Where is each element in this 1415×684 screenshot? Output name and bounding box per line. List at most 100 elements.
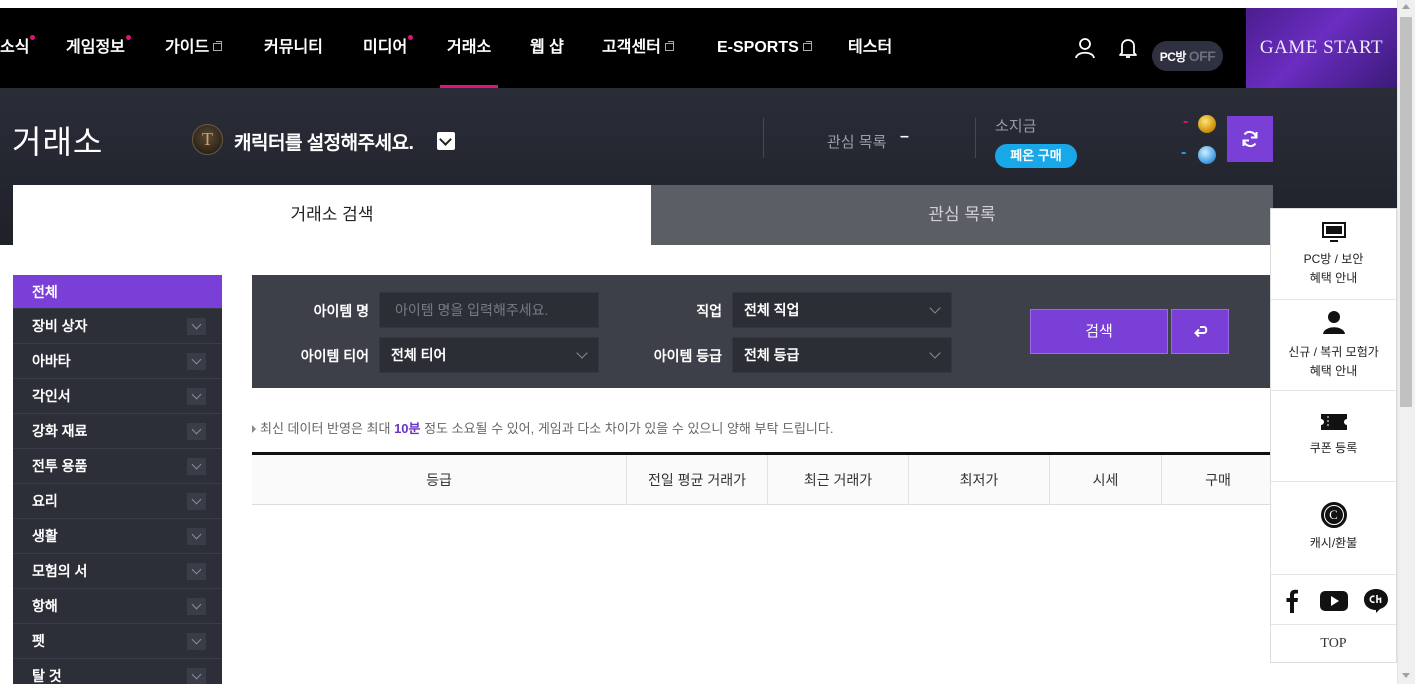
quick-pcbang-benefits[interactable]: PC방 / 보안 혜택 안내: [1271, 209, 1396, 300]
nav-support[interactable]: 고객센터: [602, 8, 674, 88]
class-emblem-icon: [192, 124, 223, 155]
sidebar-item-cooking[interactable]: 요리: [13, 484, 222, 519]
sidebar-item-mount[interactable]: 탈 것: [13, 659, 222, 684]
nav-game-info[interactable]: 게임정보: [66, 8, 131, 88]
scrollbar-thumb[interactable]: [1400, 17, 1412, 407]
nav-news[interactable]: 소식: [0, 8, 36, 88]
grade-label: 아이템 등급: [653, 348, 722, 364]
sidebar-item-upgrade-material[interactable]: 강화 재료: [13, 414, 222, 449]
wishlist-label: 관심 목록: [827, 134, 887, 151]
tier-select[interactable]: 전체 티어: [379, 337, 599, 373]
person-icon: [1322, 311, 1345, 334]
external-link-icon: [213, 41, 223, 51]
nav-media[interactable]: 미디어: [363, 8, 414, 88]
sidebar-item-engraving[interactable]: 각인서: [13, 379, 222, 414]
top-nav: 소식 게임정보 가이드 커뮤니티 미디어 거래소 웹 샵 고객센터 E-SPOR…: [0, 8, 1397, 88]
results-table-header: 등급 전일 평균 거래가 최근 거래가 최저가 시세 구매: [252, 452, 1397, 505]
external-link-icon: [802, 41, 812, 51]
monitor-icon: [1321, 222, 1346, 242]
chevron-down-icon[interactable]: [187, 353, 206, 370]
quick-cash-refund[interactable]: C 캐시/환불: [1271, 482, 1396, 575]
new-dot-icon: [125, 35, 131, 40]
quick-coupon-register[interactable]: 쿠폰 등록: [1271, 391, 1396, 482]
nav-webshop[interactable]: 웹 샵: [530, 8, 564, 88]
nav-exchange[interactable]: 거래소: [439, 8, 499, 88]
sidebar-item-battle-item[interactable]: 전투 용품: [13, 449, 222, 484]
tab-wishlist[interactable]: 관심 목록: [651, 185, 1273, 245]
category-sidebar: 전체 장비 상자 아바타 각인서 강화 재료 전투 용품 요리 생활 모험의 서…: [13, 275, 222, 684]
scroll-to-top-button[interactable]: TOP: [1271, 625, 1396, 663]
grade-select[interactable]: 전체 등급: [732, 337, 952, 373]
nav-esports[interactable]: E-SPORTS: [717, 8, 812, 88]
scroll-down-arrow-icon[interactable]: [1402, 673, 1410, 678]
nav-tester[interactable]: 테스터: [848, 8, 892, 88]
sidebar-item-avatar[interactable]: 아바타: [13, 344, 222, 379]
column-recent-price[interactable]: 최근 거래가: [767, 455, 908, 505]
quick-item-label: 혜택 안내: [1309, 364, 1358, 378]
chevron-down-icon[interactable]: [187, 458, 206, 475]
channel-icon[interactable]: [1363, 588, 1389, 614]
facebook-icon[interactable]: [1285, 589, 1299, 613]
column-lowest-price[interactable]: 최저가: [908, 455, 1049, 505]
chevron-down-icon[interactable]: [187, 528, 206, 545]
tab-exchange-search[interactable]: 거래소 검색: [13, 185, 651, 245]
blue-crystal-icon: [1198, 146, 1216, 164]
column-grade: 등급: [426, 472, 452, 488]
nav-community[interactable]: 커뮤니티: [264, 8, 323, 88]
quick-menu: PC방 / 보안 혜택 안내 신규 / 복귀 모험가 혜택 안내 쿠폰 등록 C…: [1270, 208, 1397, 663]
chevron-down-icon[interactable]: [187, 633, 206, 650]
chevron-down-icon[interactable]: [187, 598, 206, 615]
chevron-down-icon[interactable]: [187, 493, 206, 510]
cash-icon-letter: C: [1323, 505, 1344, 525]
column-prev-avg-price[interactable]: 전일 평균 거래가: [626, 455, 767, 505]
gold-coin-icon: [1198, 115, 1216, 133]
reset-arrow-icon: [1194, 326, 1208, 338]
chevron-down-icon[interactable]: [437, 132, 455, 150]
chevron-down-icon[interactable]: [187, 423, 206, 440]
new-dot-icon: [408, 35, 414, 40]
quick-new-returning-benefits[interactable]: 신규 / 복귀 모험가 혜택 안내: [1271, 300, 1396, 391]
chevron-down-icon[interactable]: [187, 563, 206, 580]
search-button[interactable]: 검색: [1030, 309, 1168, 354]
phoenix-purchase-button[interactable]: 페온 구매: [995, 144, 1077, 168]
sidebar-item-equipment-box[interactable]: 장비 상자: [13, 309, 222, 344]
sidebar-item-voyage[interactable]: 항해: [13, 589, 222, 624]
pcbang-status-badge[interactable]: PC방 OFF: [1152, 41, 1223, 71]
sidebar-item-all[interactable]: 전체: [13, 275, 222, 309]
quick-item-label: 신규 / 복귀 모험가: [1288, 345, 1379, 359]
chevron-down-icon[interactable]: [187, 318, 206, 335]
sidebar-item-pet[interactable]: 펫: [13, 624, 222, 659]
item-name-input[interactable]: 아이템 명을 입력해주세요.: [379, 292, 599, 328]
cash-icon: C: [1320, 502, 1347, 528]
quick-item-label: 쿠폰 등록: [1309, 441, 1358, 455]
top-strip: [0, 0, 1397, 8]
scroll-up-arrow-icon[interactable]: [1402, 4, 1410, 9]
bell-icon[interactable]: [1116, 36, 1140, 60]
data-delay-notice: 최신 데이터 반영은 최대 10분 정도 소요될 수 있어, 게임과 다소 차이…: [252, 418, 833, 437]
column-purchase: 구매: [1161, 455, 1274, 505]
gold-amount: -: [1183, 113, 1189, 130]
nav-guide[interactable]: 가이드: [165, 8, 223, 88]
sidebar-item-adventure-book[interactable]: 모험의 서: [13, 554, 222, 589]
game-start-button[interactable]: GAME START: [1246, 8, 1397, 88]
bullet-arrow-icon: [252, 425, 256, 433]
chevron-down-icon[interactable]: [187, 388, 206, 405]
user-icon[interactable]: [1073, 36, 1097, 60]
money-label: 소지금: [995, 118, 1037, 135]
ticket-icon: [1320, 414, 1347, 430]
reset-button[interactable]: [1171, 309, 1229, 354]
social-links: [1271, 575, 1396, 625]
chevron-down-icon[interactable]: [187, 668, 206, 684]
character-select[interactable]: 캐릭터를 설정해주세요.: [234, 128, 414, 155]
item-name-label: 아이템 명: [313, 303, 369, 319]
class-label: 직업: [696, 303, 722, 319]
divider: [763, 118, 764, 158]
page-title: 거래소: [12, 124, 104, 160]
column-market-price: 시세: [1049, 455, 1161, 505]
refresh-button[interactable]: [1227, 116, 1273, 162]
wishlist-count: –: [900, 128, 909, 145]
blue-crystal-amount: -: [1181, 144, 1187, 161]
youtube-icon[interactable]: [1320, 591, 1348, 611]
class-select[interactable]: 전체 직업: [732, 292, 952, 328]
sidebar-item-life[interactable]: 생활: [13, 519, 222, 554]
